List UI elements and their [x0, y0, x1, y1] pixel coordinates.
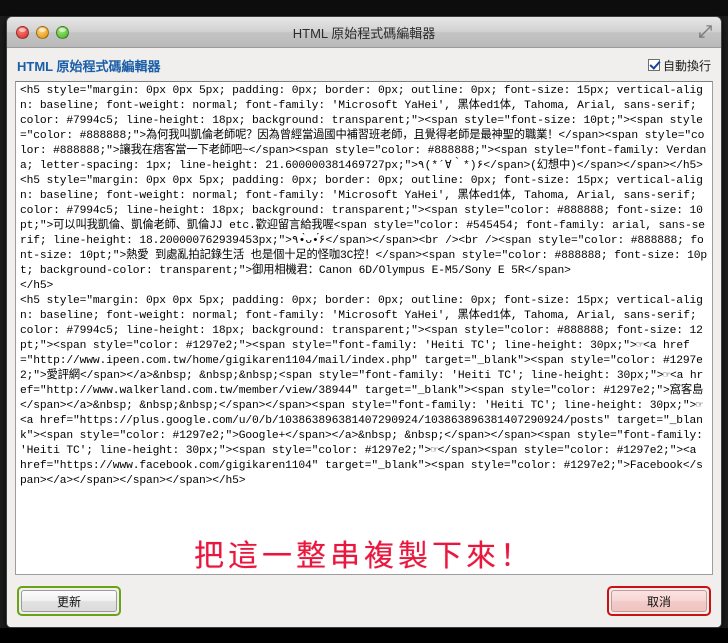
dialog-body: HTML 原始程式碼編輯器 自動換行 <h5 style="margin: 0p… [7, 48, 721, 627]
minimize-window-button[interactable] [36, 25, 49, 39]
desktop-background: HTML 原始程式碼編輯器 HTML 原始程式碼編輯器 自動換行 <h5 sty… [0, 0, 728, 643]
cancel-button[interactable]: 取消 [611, 590, 707, 612]
dialog-button-row: 更新 取消 [15, 581, 713, 627]
cancel-button-highlight: 取消 [607, 586, 711, 616]
window-controls [16, 25, 69, 39]
background-strip [0, 0, 728, 16]
background-ghost-text [485, 1, 488, 11]
close-window-button[interactable] [16, 25, 29, 39]
dialog-heading-text: 原始程式碼編輯器 [56, 58, 161, 74]
word-wrap-toggle[interactable]: 自動換行 [647, 57, 711, 74]
dialog-heading: HTML 原始程式碼編輯器 [17, 56, 161, 75]
html-source-editor-window: HTML 原始程式碼編輯器 HTML 原始程式碼編輯器 自動換行 <h5 sty… [6, 16, 722, 628]
maximize-window-button[interactable] [56, 25, 69, 39]
word-wrap-checkbox[interactable] [647, 59, 660, 71]
word-wrap-label: 自動換行 [662, 58, 711, 73]
update-button[interactable]: 更新 [21, 590, 117, 612]
source-code-textarea[interactable]: <h5 style="margin: 0px 0px 5px; padding:… [15, 81, 713, 575]
bottom-background-fill [0, 628, 728, 643]
source-code-content[interactable]: <h5 style="margin: 0px 0px 5px; padding:… [16, 82, 712, 489]
window-title: HTML 原始程式碼編輯器 [292, 25, 436, 41]
window-titlebar[interactable]: HTML 原始程式碼編輯器 [7, 17, 721, 48]
dialog-heading-brand: HTML [17, 58, 57, 74]
dialog-header-row: HTML 原始程式碼編輯器 自動換行 [15, 48, 713, 81]
update-button-highlight: 更新 [17, 586, 121, 616]
resize-handle-icon[interactable] [698, 24, 713, 39]
